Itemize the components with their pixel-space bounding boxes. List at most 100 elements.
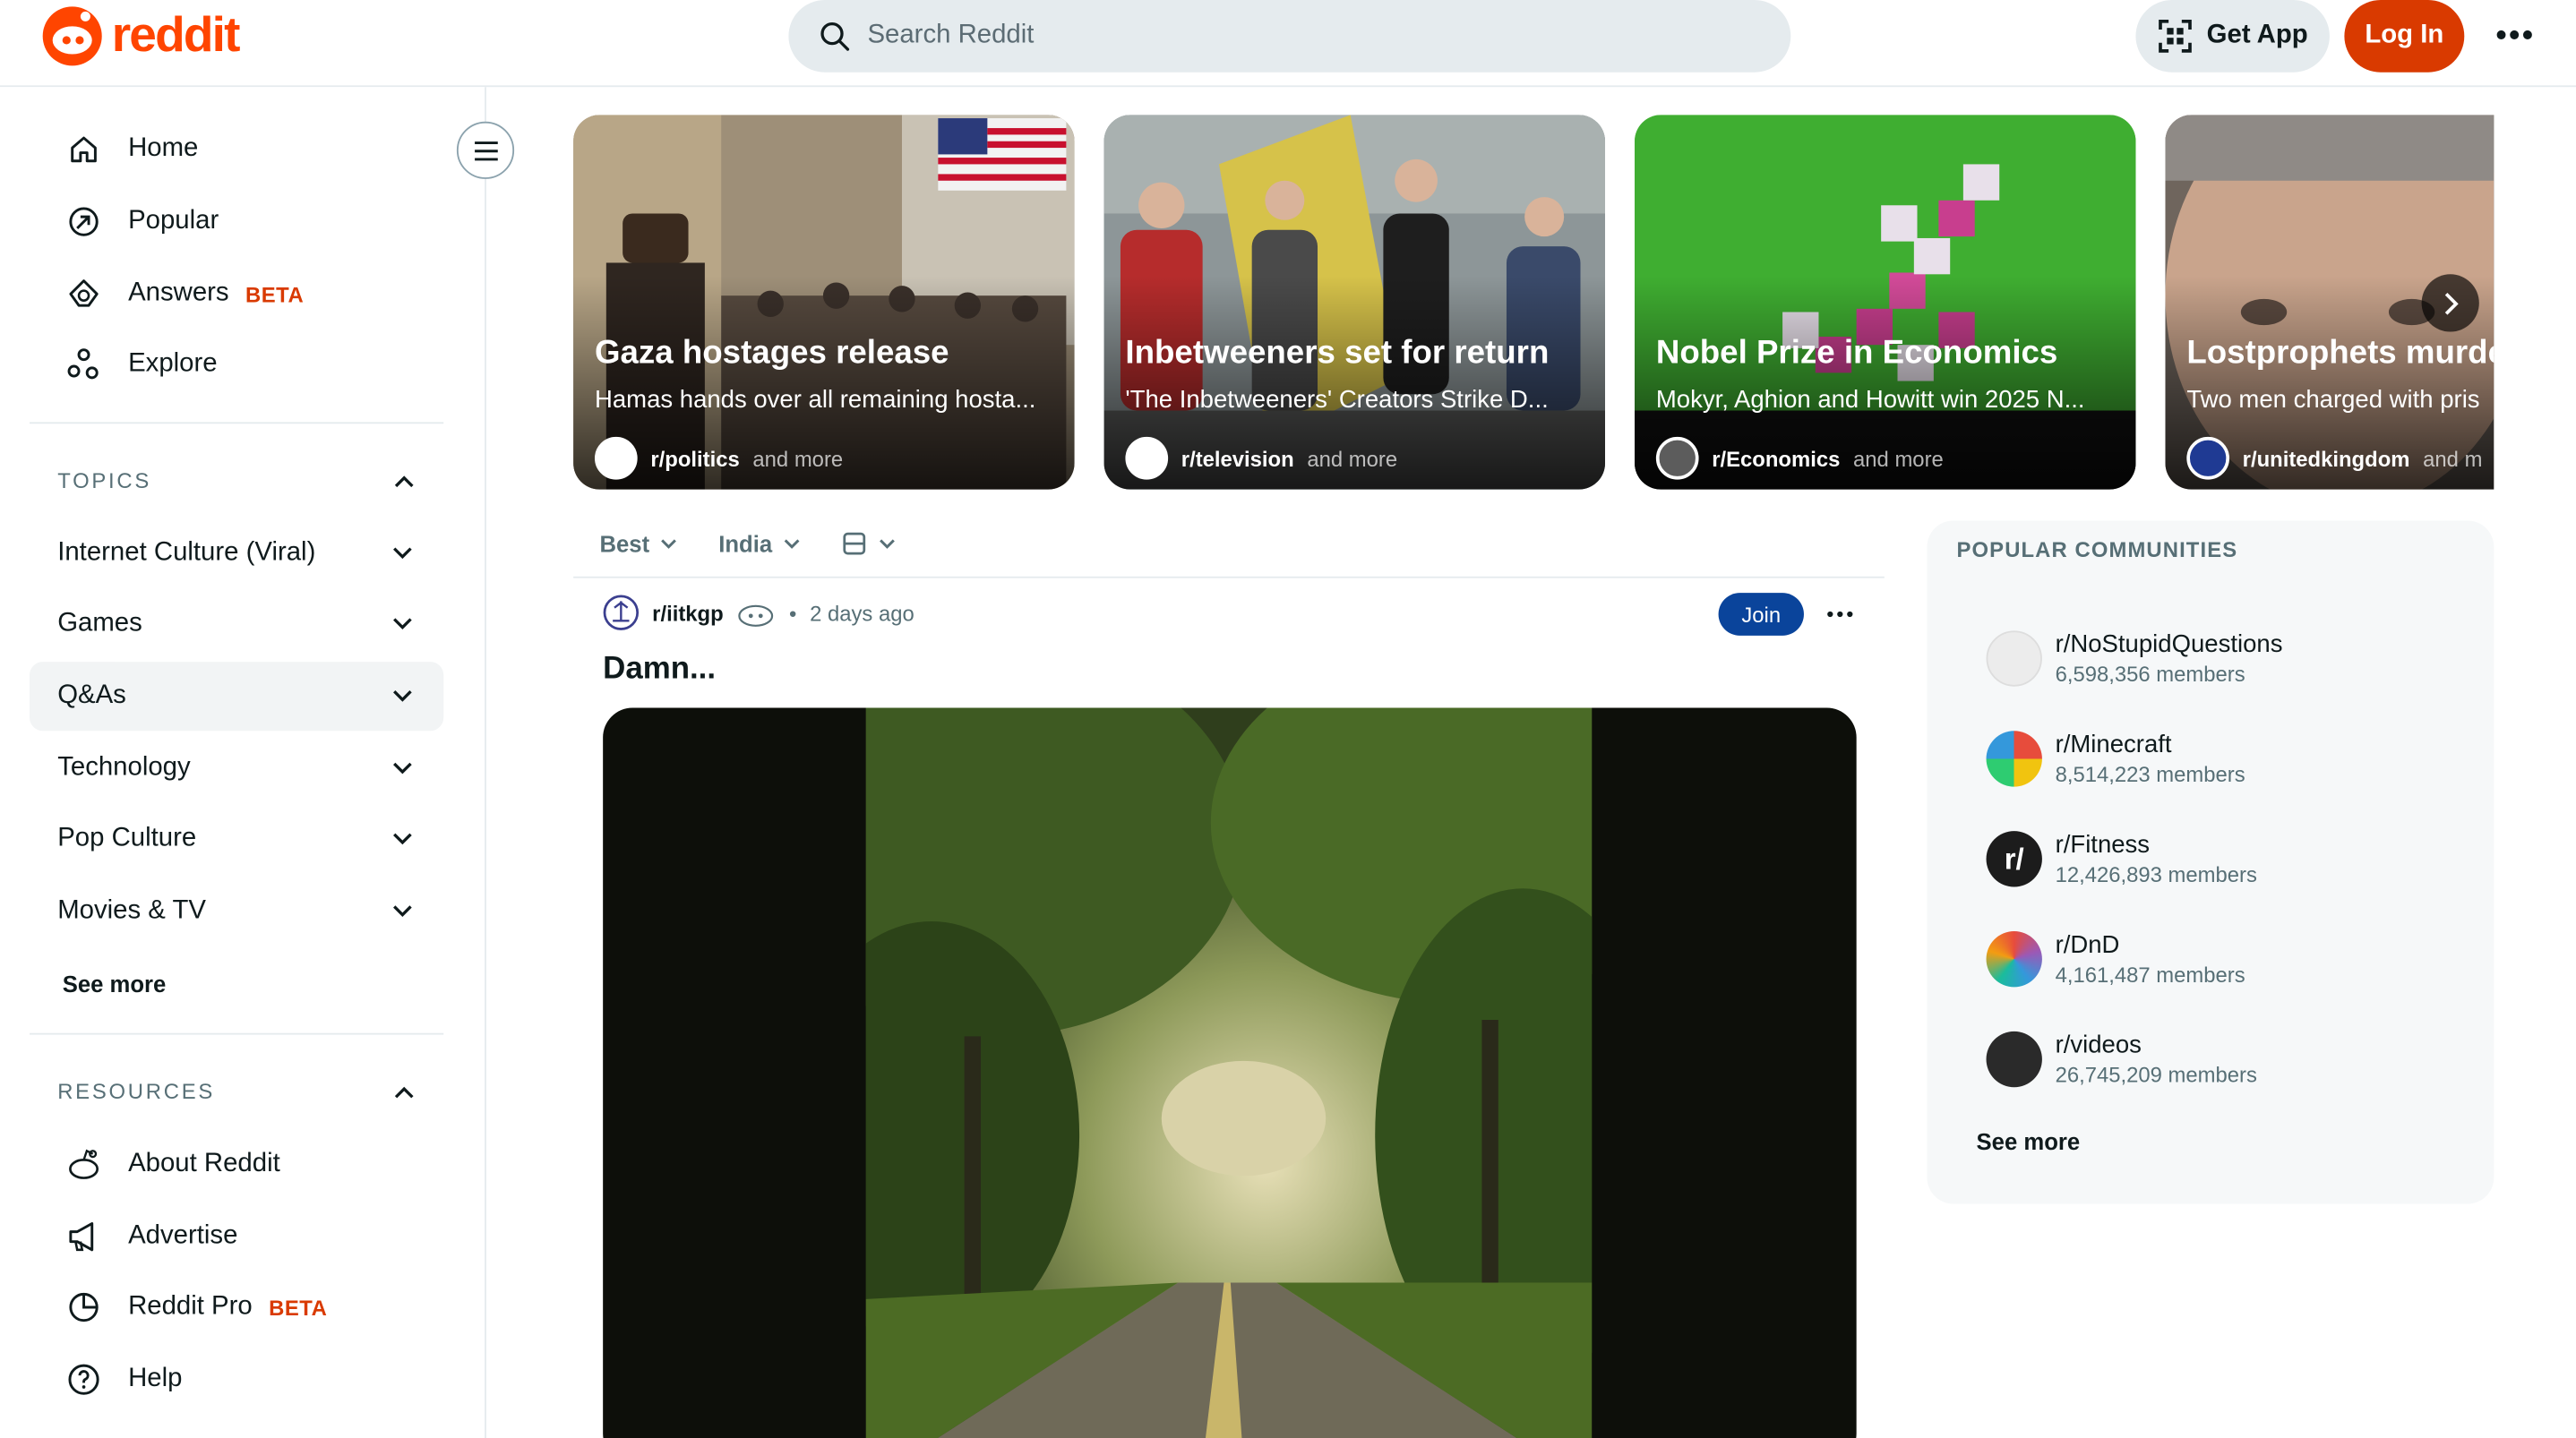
community-avatar <box>1986 731 2042 787</box>
menu-icon <box>474 141 497 160</box>
sidebar-divider <box>30 1032 444 1035</box>
top-header: reddit Get App Log In ••• <box>0 0 2576 88</box>
answers-icon <box>65 276 101 312</box>
reddit-snoo-icon <box>42 6 102 66</box>
search-input[interactable] <box>867 21 1689 51</box>
community-info: r/Minecraft 8,514,223 members <box>2056 731 2245 786</box>
trending-card-inbetweeners[interactable]: Inbetweeners set for return 'The Inbetwe… <box>1103 115 1606 490</box>
topic-label: Q&As <box>57 681 126 710</box>
community-item[interactable]: r/NoStupidQuestions 6,598,356 members <box>1986 619 2463 698</box>
beta-badge: BETA <box>245 281 305 307</box>
chevron-down-icon <box>393 833 412 845</box>
topic-technology[interactable]: Technology <box>30 734 443 803</box>
card-and-more: and more <box>1853 445 1944 471</box>
sidebar-item-label: Answers <box>128 278 229 307</box>
post-photo <box>865 707 1593 1438</box>
search-bar[interactable] <box>788 0 1791 73</box>
card-subtitle: Hamas hands over all remaining hosta... <box>594 386 1036 415</box>
get-app-label: Get App <box>2206 21 2308 50</box>
topics-section-toggle[interactable]: TOPICS <box>57 467 416 493</box>
topic-label: Technology <box>57 753 191 783</box>
sidebar-item-popular[interactable]: Popular <box>30 189 443 254</box>
community-item[interactable]: r/ r/Fitness 12,426,893 members <box>1986 819 2463 898</box>
post-image[interactable] <box>603 707 1857 1438</box>
community-members: 12,426,893 members <box>2055 861 2257 887</box>
more-options-button[interactable]: ••• <box>2484 13 2546 59</box>
home-icon <box>65 132 101 167</box>
community-info: r/DnD 4,161,487 members <box>2056 931 2245 987</box>
card-footer: r/Economics and more <box>1655 436 1944 480</box>
topic-internet-culture[interactable]: Internet Culture (Viral) <box>30 519 443 588</box>
resource-reddit-pro[interactable]: Reddit Pro BETA <box>30 1274 443 1340</box>
subreddit-avatar <box>2186 436 2230 480</box>
community-item[interactable]: r/videos 26,745,209 members <box>1986 1020 2463 1099</box>
left-sidebar: Home Popular Answers BETA Explore TOPICS… <box>0 87 486 1438</box>
card-subtitle: Two men charged with pris <box>2186 386 2480 415</box>
resource-advertise[interactable]: Advertise <box>30 1203 443 1269</box>
chevron-up-icon <box>394 1085 414 1098</box>
sidebar-divider <box>30 422 444 424</box>
chevron-up-icon <box>394 475 414 487</box>
get-app-button[interactable]: Get App <box>2135 0 2330 73</box>
community-item[interactable]: r/Minecraft 8,514,223 members <box>1986 719 2463 798</box>
resources-section-toggle[interactable]: RESOURCES <box>57 1079 416 1104</box>
view-dropdown[interactable] <box>841 530 897 556</box>
topic-qas[interactable]: Q&As <box>30 662 444 732</box>
meta-dot: • <box>789 600 797 625</box>
sidebar-item-explore[interactable]: Explore <box>30 332 443 398</box>
login-button[interactable]: Log In <box>2344 0 2465 73</box>
subreddit-avatar-icon[interactable] <box>603 595 640 630</box>
topic-movies-tv[interactable]: Movies & TV <box>30 877 443 946</box>
qr-code-icon <box>2159 20 2193 53</box>
card-subreddit: r/politics <box>650 445 740 471</box>
community-name: r/DnD <box>2055 930 2120 960</box>
post-options-button[interactable] <box>1820 593 1859 636</box>
topic-pop-culture[interactable]: Pop Culture <box>30 805 443 874</box>
community-name: r/videos <box>2055 1031 2142 1060</box>
popular-heading: POPULAR COMMUNITIES <box>1956 536 2238 562</box>
chevron-down-icon <box>393 547 412 560</box>
chevron-right-icon <box>2443 292 2458 314</box>
chevron-down-icon <box>880 538 895 548</box>
post-subreddit[interactable]: r/iitkgp <box>652 600 724 625</box>
communities-see-more[interactable]: See more <box>1977 1128 2081 1154</box>
reddit-logo[interactable]: reddit <box>42 6 240 66</box>
card-and-more: and more <box>752 445 844 471</box>
region-dropdown[interactable]: India <box>718 530 802 556</box>
card-subtitle: 'The Inbetweeners' Creators Strike D... <box>1125 386 1549 415</box>
card-view-icon <box>843 531 866 554</box>
sidebar-item-label: Home <box>128 134 199 163</box>
card-footer: r/politics and more <box>594 436 844 480</box>
post-title[interactable]: Damn... <box>603 652 716 688</box>
sidebar-item-home[interactable]: Home <box>30 116 443 182</box>
carousel-next-button[interactable] <box>2421 274 2479 332</box>
resource-about-reddit[interactable]: About Reddit <box>30 1132 443 1197</box>
community-avatar <box>1986 930 2042 988</box>
help-icon <box>65 1362 101 1398</box>
sidebar-item-answers[interactable]: Answers BETA <box>30 261 443 327</box>
topic-games[interactable]: Games <box>30 589 443 658</box>
community-info: r/NoStupidQuestions 6,598,356 members <box>2056 630 2283 686</box>
community-members: 6,598,356 members <box>2055 662 2245 687</box>
resources-heading: RESOURCES <box>57 1079 216 1104</box>
community-members: 4,161,487 members <box>2055 962 2245 988</box>
chevron-down-icon <box>393 905 412 917</box>
topics-see-more[interactable]: See more <box>63 971 167 997</box>
subreddit-avatar <box>1655 436 1699 480</box>
explore-icon <box>65 347 101 382</box>
sort-dropdown[interactable]: Best <box>599 530 679 556</box>
chevron-down-icon <box>393 762 412 775</box>
join-button[interactable]: Join <box>1718 593 1804 636</box>
trending-card-gaza[interactable]: Gaza hostages release Hamas hands over a… <box>573 115 1075 490</box>
chevron-down-icon <box>393 618 412 629</box>
community-item[interactable]: r/DnD 4,161,487 members <box>1986 920 2463 998</box>
search-icon <box>820 21 850 51</box>
sort-label: Best <box>599 529 650 556</box>
resource-help[interactable]: Help <box>30 1347 443 1412</box>
card-subreddit: r/unitedkingdom <box>2242 445 2410 471</box>
trending-card-nobel[interactable]: Nobel Prize in Economics Mokyr, Aghion a… <box>1635 115 2136 490</box>
promoted-snoo-icon <box>738 604 774 627</box>
topics-heading: TOPICS <box>57 467 152 493</box>
card-title: Gaza hostages release <box>594 335 949 372</box>
collapse-sidebar-button[interactable] <box>456 121 515 179</box>
